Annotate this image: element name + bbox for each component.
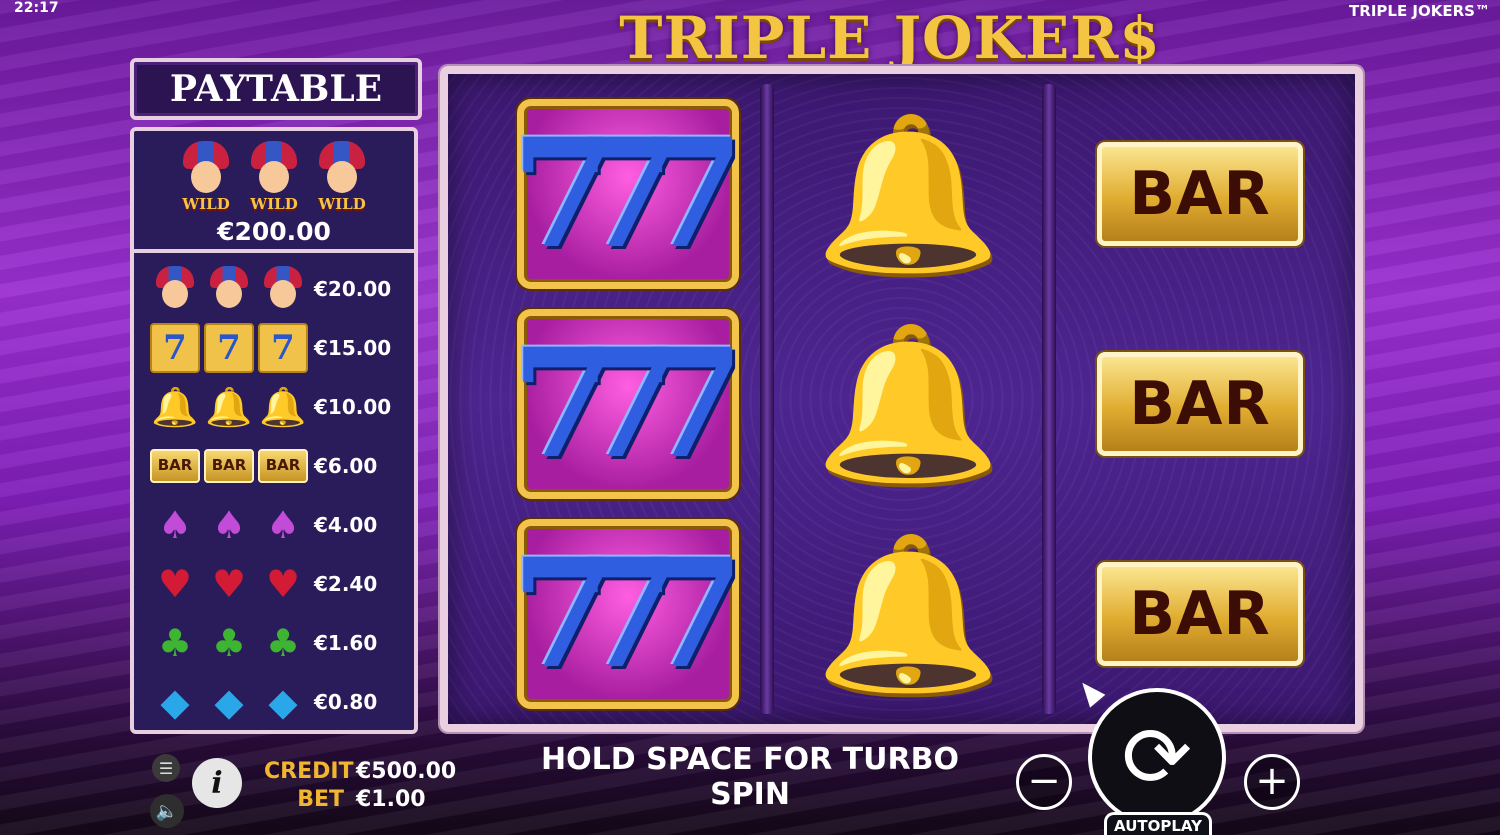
bar-icon: BAR bbox=[1097, 352, 1303, 456]
bar-icon: BAR bbox=[204, 448, 254, 483]
payout-value: €20.00 bbox=[314, 276, 392, 301]
bell-icon: 🔔 bbox=[814, 527, 1002, 701]
bell-icon: 🔔 bbox=[814, 317, 1002, 491]
seven-icon: 7 bbox=[204, 322, 254, 373]
bell-icon: 🔔 bbox=[259, 384, 307, 429]
seven-icon: 777 bbox=[511, 519, 745, 709]
paytable-row: 🔔 🔔 🔔 €10.00 bbox=[150, 377, 414, 436]
credit-value: €500.00 bbox=[356, 759, 457, 784]
payout-value: €2.40 bbox=[314, 571, 378, 596]
paytable-row: ♣ ♣ ♣ €1.60 bbox=[150, 613, 414, 672]
spin-button[interactable]: ⟳ bbox=[1088, 688, 1226, 826]
club-icon: ♣ bbox=[265, 620, 301, 665]
bell-icon: 🔔 bbox=[151, 384, 199, 429]
reels-frame: 777 777 777 🔔 🔔 🔔 BAR BAR BAR bbox=[440, 66, 1363, 732]
diamond-icon: ◆ bbox=[160, 679, 190, 724]
bell-icon: 🔔 bbox=[814, 107, 1002, 281]
paytable-symbols: ♠ ♠ ♠ bbox=[150, 500, 314, 550]
payout-value: €6.00 bbox=[314, 453, 378, 478]
paytable-row: ◆ ◆ ◆ €0.80 bbox=[150, 672, 414, 731]
paytable-top-prize: WILD WILD WILD €200.00 bbox=[134, 131, 414, 253]
bar-icon: BAR bbox=[1097, 142, 1303, 246]
diamond-icon: ◆ bbox=[268, 679, 298, 724]
bet-value: €1.00 bbox=[356, 787, 426, 812]
payout-value: €0.80 bbox=[314, 689, 378, 714]
brand-label: TRIPLE JOKERS™ bbox=[1349, 2, 1490, 20]
bar-icon: BAR bbox=[1097, 562, 1303, 666]
reel-cell: 777 bbox=[498, 514, 758, 714]
autoplay-button[interactable]: AUTOPLAY bbox=[1104, 812, 1212, 835]
increase-bet-button[interactable]: + bbox=[1244, 754, 1300, 810]
reel-cell: BAR bbox=[1060, 304, 1340, 504]
info-button[interactable]: i bbox=[192, 758, 242, 808]
reel-cell: 777 bbox=[498, 304, 758, 504]
seven-icon: 7 bbox=[258, 322, 308, 373]
wild-label: WILD bbox=[250, 195, 298, 213]
paytable-panel: WILD WILD WILD €200.00 €20.00 7 7 7 €15.00 🔔 🔔… bbox=[130, 127, 418, 734]
paytable-symbols bbox=[150, 264, 314, 314]
reel-cell: 🔔 bbox=[778, 94, 1038, 294]
seven-icon: 777 bbox=[511, 99, 745, 289]
reel-divider bbox=[1042, 84, 1056, 714]
payout-value: €10.00 bbox=[314, 394, 392, 419]
reel-cell: 777 bbox=[498, 94, 758, 294]
joker-wild-icon: WILD bbox=[175, 141, 237, 213]
seven-icon: 777 bbox=[511, 309, 745, 499]
wild-label: WILD bbox=[182, 195, 230, 213]
bet-label: BET bbox=[297, 787, 344, 812]
reel-cell: BAR bbox=[1060, 94, 1340, 294]
reel-cell: BAR bbox=[1060, 514, 1340, 714]
payout-value: €15.00 bbox=[314, 335, 392, 360]
turbo-spin-hint: HOLD SPACE FOR TURBO SPIN bbox=[541, 742, 959, 812]
wild-label: WILD bbox=[318, 195, 366, 213]
credit-label: CREDIT bbox=[264, 759, 354, 784]
paytable-row: €20.00 bbox=[150, 259, 414, 318]
paytable-symbols: ◆ ◆ ◆ bbox=[150, 677, 314, 727]
paytable-header: PAYTABLE bbox=[130, 58, 422, 120]
joker-icon bbox=[204, 264, 254, 314]
heart-icon: ♥ bbox=[157, 561, 193, 606]
paytable-symbols: ♣ ♣ ♣ bbox=[150, 618, 314, 668]
paytable-symbols: ♥ ♥ ♥ bbox=[150, 559, 314, 609]
paytable-row: BAR BAR BAR €6.00 bbox=[150, 436, 414, 495]
menu-icon[interactable]: ☰ bbox=[152, 754, 180, 782]
diamond-icon: ◆ bbox=[214, 679, 244, 724]
joker-icon bbox=[150, 264, 200, 314]
bar-icon: BAR bbox=[150, 448, 200, 483]
reel-cell: 🔔 bbox=[778, 514, 1038, 714]
paytable-symbols: BAR BAR BAR bbox=[150, 448, 314, 483]
paytable-row: ♠ ♠ ♠ €4.00 bbox=[150, 495, 414, 554]
spin-arrows-icon: ⟳ bbox=[1121, 708, 1193, 806]
club-icon: ♣ bbox=[157, 620, 193, 665]
seven-icon: 7 bbox=[150, 322, 200, 373]
reel-cell: 🔔 bbox=[778, 304, 1038, 504]
paytable-rows: €20.00 7 7 7 €15.00 🔔 🔔 🔔 €10.00 BAR BAR BAR €6.00 ♠ ♠… bbox=[134, 253, 414, 731]
clock: 22:17 bbox=[14, 0, 59, 16]
spade-icon: ♠ bbox=[157, 502, 193, 547]
bell-icon: 🔔 bbox=[205, 384, 253, 429]
paytable-symbols: 🔔 🔔 🔔 bbox=[150, 382, 314, 432]
sound-icon[interactable]: 🔈 bbox=[150, 794, 184, 828]
joker-wild-icon: WILD bbox=[243, 141, 305, 213]
paytable-symbols: 777 bbox=[150, 322, 314, 373]
payout-value: €4.00 bbox=[314, 512, 378, 537]
joker-wild-icon: WILD bbox=[311, 141, 373, 213]
reel-divider bbox=[760, 84, 774, 714]
paytable-row: ♥ ♥ ♥ €2.40 bbox=[150, 554, 414, 613]
payout-value: €1.60 bbox=[314, 630, 378, 655]
decrease-bet-button[interactable]: − bbox=[1016, 754, 1072, 810]
wild-jokers: WILD WILD WILD bbox=[175, 141, 373, 213]
top-prize-value: €200.00 bbox=[217, 217, 331, 246]
spade-icon: ♠ bbox=[265, 502, 301, 547]
club-icon: ♣ bbox=[211, 620, 247, 665]
bar-icon: BAR bbox=[258, 448, 308, 483]
spade-icon: ♠ bbox=[211, 502, 247, 547]
heart-icon: ♥ bbox=[265, 561, 301, 606]
paytable-row: 7 7 7 €15.00 bbox=[150, 318, 414, 377]
joker-icon bbox=[258, 264, 308, 314]
heart-icon: ♥ bbox=[211, 561, 247, 606]
